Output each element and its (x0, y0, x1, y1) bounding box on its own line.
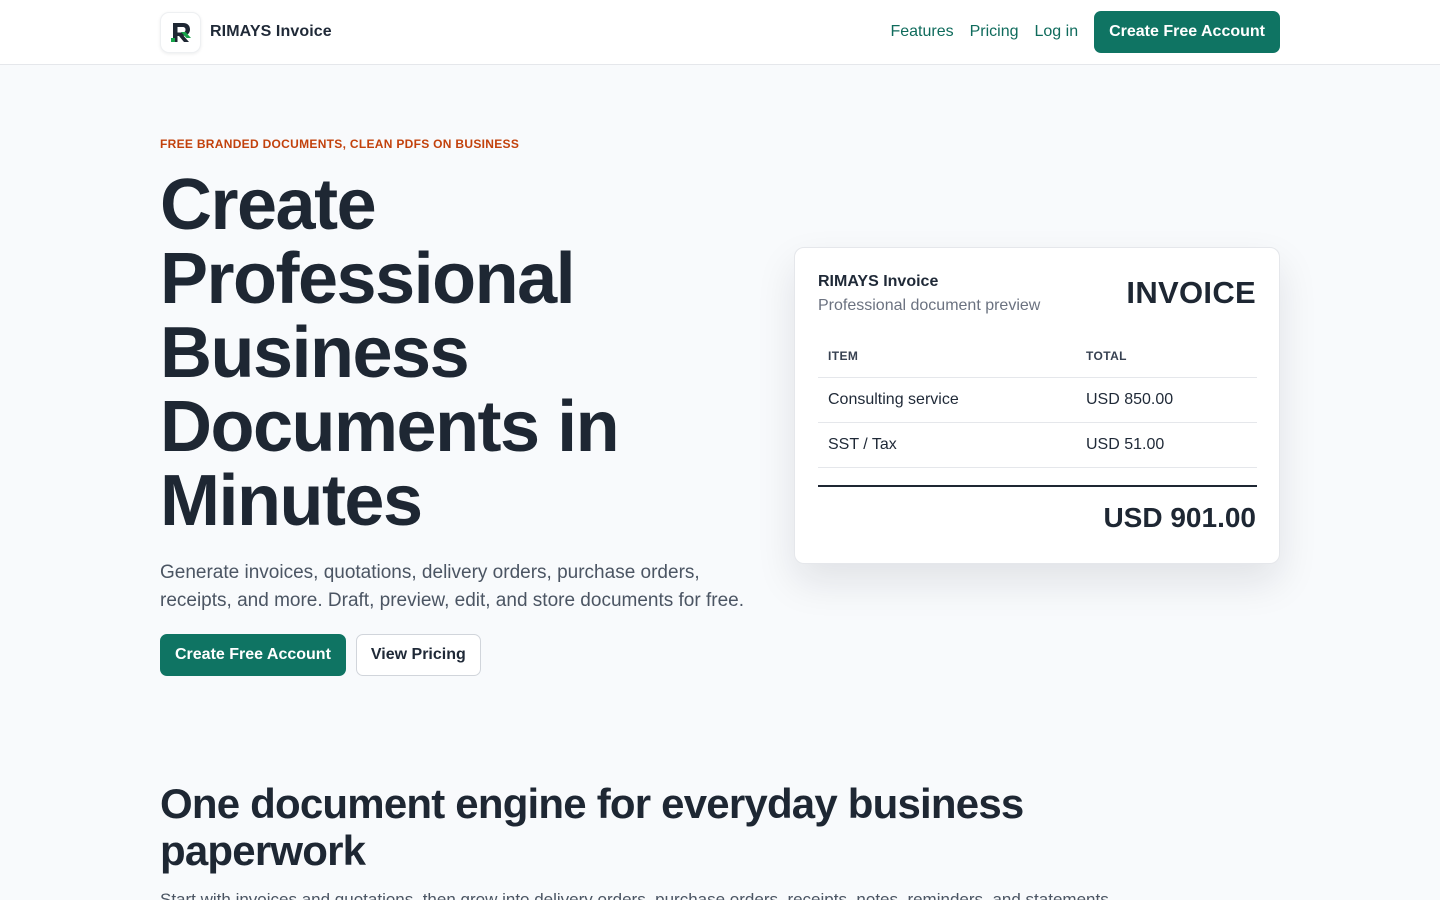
item-cell: SST / Tax (818, 422, 1076, 468)
brand-name: RIMAYS Invoice (210, 23, 332, 40)
hero-title-line: Documents in (160, 387, 620, 467)
hero-title-line: Minutes (160, 461, 423, 541)
invoice-preview-subtitle: Professional document preview (818, 297, 1041, 314)
hero-title-line: Professional (160, 239, 576, 319)
total-cell: USD 850.00 (1076, 377, 1257, 423)
nav-link-features[interactable]: Features (890, 23, 953, 41)
rimays-logo-icon (160, 11, 201, 53)
hero-title-line: Create (160, 165, 377, 245)
brand[interactable]: RIMAYS Invoice (160, 11, 332, 53)
table-row: Consulting service USD 850.00 (818, 377, 1257, 423)
invoice-grand-total: USD 901.00 (1103, 502, 1256, 533)
item-cell: Consulting service (818, 377, 1076, 423)
hero-subtitle: Generate invoices, quotations, delivery … (160, 562, 744, 611)
top-navbar: RIMAYS Invoice Features Pricing Log in C… (0, 0, 1440, 65)
invoice-preview-card: RIMAYS Invoice Professional document pre… (794, 247, 1280, 564)
main-nav: Features Pricing Log in Create Free Acco… (890, 11, 1280, 53)
create-account-button-nav[interactable]: Create Free Account (1094, 11, 1280, 53)
hero-title: Create Professional Business Documents i… (160, 168, 770, 538)
invoice-doc-title: INVOICE (1126, 275, 1256, 310)
table-header-row: ITEM TOTAL (818, 336, 1257, 378)
table-row: SST / Tax USD 51.00 (818, 422, 1257, 468)
invoice-items-table: ITEM TOTAL Consulting service USD 850.00… (818, 336, 1257, 468)
hero-title-line: Business (160, 313, 470, 393)
nav-link-login[interactable]: Log in (1035, 23, 1079, 41)
total-divider (818, 485, 1257, 487)
view-pricing-button[interactable]: View Pricing (355, 634, 481, 676)
column-header-total: TOTAL (1076, 336, 1257, 378)
section-subtitle: Start with invoices and quotations, then… (160, 890, 1114, 900)
invoice-company-name: RIMAYS Invoice (818, 273, 939, 290)
create-account-button[interactable]: Create Free Account (160, 634, 346, 676)
section-title: One document engine for everyday busines… (160, 780, 1024, 874)
total-cell: USD 51.00 (1076, 422, 1257, 468)
hero-eyebrow: FREE BRANDED DOCUMENTS, CLEAN PDFS ON BU… (160, 137, 520, 151)
column-header-item: ITEM (818, 336, 1076, 378)
nav-link-pricing[interactable]: Pricing (970, 23, 1019, 41)
hero-actions: Create Free Account View Pricing (160, 634, 481, 676)
